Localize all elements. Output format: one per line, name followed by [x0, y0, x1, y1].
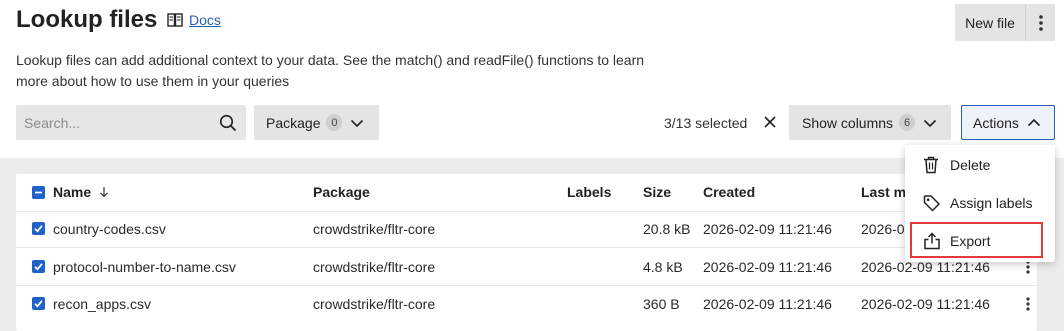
file-last-modified: 2026-02-09 11:21:46: [861, 296, 990, 312]
file-size: 20.8 kB: [643, 221, 691, 237]
column-header-name[interactable]: Name: [53, 184, 109, 200]
show-columns-count-badge: 6: [899, 114, 916, 131]
file-name[interactable]: recon_apps.csv: [53, 296, 151, 312]
page-description: Lookup files can add additional context …: [16, 52, 645, 89]
file-name[interactable]: country-codes.csv: [53, 221, 166, 237]
row-kebab-icon[interactable]: [1026, 297, 1030, 311]
tag-icon: [923, 195, 940, 212]
package-filter-button[interactable]: Package 0: [254, 105, 379, 140]
page-header: Lookup files Docs Lookup files can add a…: [0, 0, 1064, 158]
column-header-size[interactable]: Size: [643, 184, 671, 200]
row-checkbox[interactable]: [32, 260, 45, 273]
chevron-up-icon: [1027, 118, 1040, 126]
row-checkbox[interactable]: [32, 222, 45, 235]
clear-selection-icon[interactable]: [763, 115, 777, 129]
chevron-down-icon: [923, 119, 937, 127]
row-divider: [16, 211, 1037, 212]
file-package: crowdstrike/fltr-core: [313, 259, 436, 275]
row-divider: [16, 285, 1037, 286]
row-kebab-icon[interactable]: [1026, 260, 1030, 274]
book-icon: [167, 13, 183, 27]
actions-label: Actions: [973, 114, 1019, 131]
menu-item-assign-labels[interactable]: Assign labels: [905, 185, 1055, 221]
chevron-down-icon: [351, 119, 364, 127]
docs-link[interactable]: Docs: [189, 12, 221, 28]
selection-count: 3/13 selected: [664, 115, 748, 131]
column-header-last-modified[interactable]: Last m: [861, 184, 906, 200]
row-divider: [16, 247, 1037, 248]
new-file-button[interactable]: New file: [955, 4, 1026, 41]
kebab-icon: [1038, 14, 1043, 31]
search-box: [16, 105, 246, 140]
export-highlight-box: [910, 222, 1043, 258]
file-size: 4.8 kB: [643, 259, 683, 275]
file-package: crowdstrike/fltr-core: [313, 296, 436, 312]
actions-button[interactable]: Actions: [961, 105, 1055, 140]
file-package: crowdstrike/fltr-core: [313, 221, 436, 237]
package-count-badge: 0: [326, 114, 343, 131]
arrow-down-icon: [100, 187, 108, 198]
column-header-created[interactable]: Created: [703, 184, 755, 200]
file-created: 2026-02-09 11:21:46: [703, 296, 832, 312]
file-created: 2026-02-09 11:21:46: [703, 259, 832, 275]
package-label: Package: [266, 114, 321, 131]
menu-item-label: Delete: [950, 157, 991, 173]
show-columns-button[interactable]: Show columns 6: [789, 105, 951, 140]
more-options-button[interactable]: [1026, 4, 1055, 41]
search-input[interactable]: [24, 105, 214, 140]
lookup-files-table: Name Package Labels Size Created Last m …: [16, 174, 1037, 331]
menu-item-delete[interactable]: Delete: [905, 147, 1055, 183]
file-size: 360 B: [643, 296, 680, 312]
trash-icon: [924, 156, 938, 174]
row-checkbox[interactable]: [32, 297, 45, 310]
file-name[interactable]: protocol-number-to-name.csv: [53, 259, 236, 275]
search-icon[interactable]: [219, 114, 237, 132]
file-last-modified: 2026-0: [861, 221, 905, 237]
select-all-checkbox[interactable]: [32, 186, 45, 199]
menu-item-label: Assign labels: [950, 195, 1033, 211]
show-columns-label: Show columns: [802, 114, 894, 131]
page-title: Lookup files: [16, 6, 158, 33]
file-created: 2026-02-09 11:21:46: [703, 221, 832, 237]
column-header-labels[interactable]: Labels: [567, 184, 611, 200]
column-header-package[interactable]: Package: [313, 184, 370, 200]
